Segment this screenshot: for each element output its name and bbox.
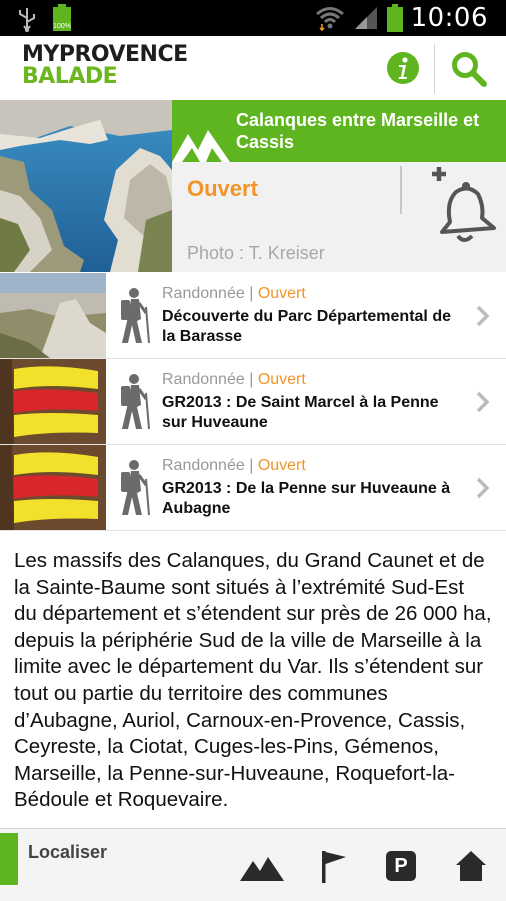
app-logo[interactable]: MYPROVENCE BALADE: [22, 44, 188, 88]
usb-icon: [19, 8, 35, 32]
bottom-toolbar: Localiser P: [0, 828, 506, 901]
wifi-icon: [315, 7, 344, 31]
trail-thumbnail: [0, 273, 106, 358]
photo-credit: Photo : T. Kreiser: [187, 243, 325, 263]
category-separator: |: [249, 285, 254, 302]
hero-status: Ouvert: [187, 176, 258, 201]
status-bar: 100% 10:06: [0, 0, 506, 36]
category-label: Randonnée: [162, 371, 245, 388]
hiker-icon: [121, 460, 150, 516]
app-header: MYPROVENCE BALADE: [0, 36, 506, 100]
hero-divider: [400, 166, 402, 214]
hiker-icon: [121, 374, 150, 430]
logo-line1: MYPROVENCE: [22, 42, 188, 67]
parking-icon[interactable]: P: [386, 851, 416, 881]
add-alert-bell-icon: [432, 167, 496, 242]
battery-status-icon: 100%: [52, 4, 72, 32]
trail-category: Randonnée | Ouvert: [162, 371, 306, 389]
localiser-button[interactable]: Localiser: [28, 842, 107, 863]
chevron-right-icon: [476, 305, 490, 327]
battery-percent-text: 100%: [53, 23, 71, 30]
calanques-photo: [0, 100, 172, 272]
chevron-right-icon: [476, 391, 490, 413]
category-separator: |: [249, 371, 254, 388]
category-label: Randonnée: [162, 457, 245, 474]
header-divider: [434, 44, 435, 94]
list-item[interactable]: Randonnée | Ouvert GR2013 : De Saint Mar…: [0, 359, 506, 445]
hiker-icon: [121, 288, 150, 344]
massif-description: Les massifs des Calanques, du Grand Caun…: [14, 549, 492, 812]
mountain-logo-icon: [172, 130, 230, 162]
logo-line2: BALADE: [22, 64, 118, 89]
add-alert-button[interactable]: [402, 162, 506, 252]
flag-icon[interactable]: [318, 847, 350, 885]
chevron-right-icon: [476, 477, 490, 499]
home-icon[interactable]: [454, 847, 488, 885]
trail-thumbnail: [0, 445, 106, 530]
trail-list: Randonnée | Ouvert Découverte du Parc Dé…: [0, 273, 506, 531]
clock-time: 10:06: [410, 3, 488, 33]
trail-title: GR2013 : De Saint Marcel à la Penne sur …: [162, 394, 439, 431]
battery-icon: [386, 4, 403, 32]
info-icon[interactable]: [386, 51, 420, 85]
hero-title-banner: Calanques entre Marseille et Cassis: [172, 100, 506, 162]
trail-status: Ouvert: [257, 285, 306, 302]
trail-category: Randonnée | Ouvert: [162, 457, 306, 475]
trail-title: GR2013 : De la Penne sur Huveaune à Auba…: [162, 480, 451, 517]
trail-title: Découverte du Parc Départemental de la B…: [162, 308, 451, 345]
list-item[interactable]: Randonnée | Ouvert GR2013 : De la Penne …: [0, 445, 506, 531]
category-label: Randonnée: [162, 285, 245, 302]
trail-status: Ouvert: [257, 371, 306, 388]
list-item[interactable]: Randonnée | Ouvert Découverte du Parc Dé…: [0, 273, 506, 359]
trail-status: Ouvert: [257, 457, 306, 474]
trail-thumbnail: [0, 359, 106, 444]
search-icon[interactable]: [450, 50, 488, 88]
mountains-icon[interactable]: [240, 847, 284, 885]
category-separator: |: [249, 457, 254, 474]
hero-title: Calanques entre Marseille et Cassis: [236, 110, 480, 152]
signal-icon: [354, 7, 377, 29]
localiser-accent: [0, 833, 18, 885]
trail-category: Randonnée | Ouvert: [162, 285, 306, 303]
